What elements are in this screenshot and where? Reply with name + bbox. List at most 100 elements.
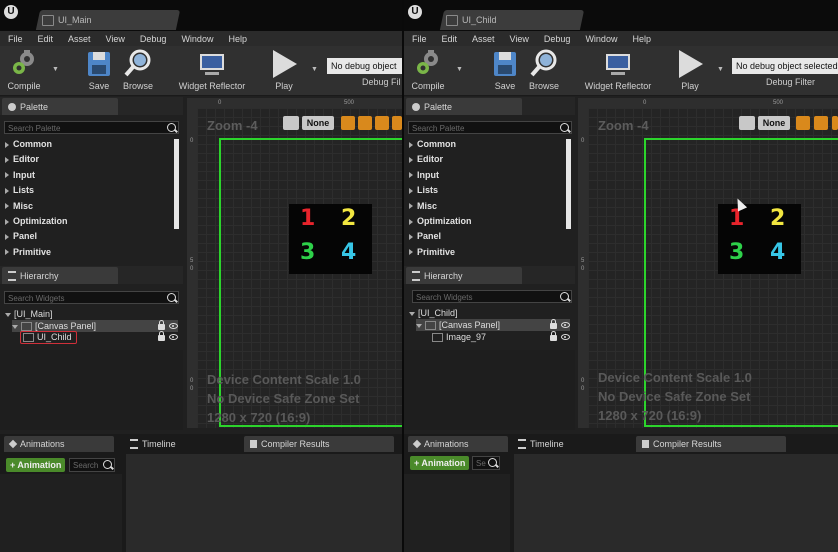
- palette-category[interactable]: Lists: [2, 183, 172, 198]
- hierarchy-search-input[interactable]: Search Widgets: [412, 290, 572, 303]
- hierarchy-tab[interactable]: Hierarchy: [406, 267, 522, 284]
- eye-icon[interactable]: [561, 334, 570, 340]
- menu-file[interactable]: File: [0, 34, 30, 44]
- compile-button[interactable]: Compile: [410, 46, 446, 94]
- image-widget-icon: [432, 333, 443, 343]
- grid-snap-icon[interactable]: [832, 116, 838, 130]
- menu-window[interactable]: Window: [577, 34, 624, 44]
- play-options-caret-icon[interactable]: ▼: [717, 66, 724, 73]
- timeline-area[interactable]: [126, 454, 402, 552]
- lock-icon[interactable]: [550, 331, 557, 341]
- widget-reflector-button[interactable]: Widget Reflector: [177, 46, 247, 94]
- compile-button[interactable]: Compile: [6, 46, 42, 94]
- menu-asset[interactable]: Asset: [464, 34, 502, 44]
- palette-scrollbar[interactable]: [174, 139, 179, 229]
- menu-file[interactable]: File: [404, 34, 434, 44]
- palette-category[interactable]: Common: [2, 137, 172, 152]
- menu-view[interactable]: View: [502, 34, 536, 44]
- lock-icon[interactable]: [158, 320, 165, 330]
- add-animation-button[interactable]: + Animation: [6, 458, 66, 472]
- safe-zone-info: No Device Safe Zone Set: [207, 391, 360, 406]
- palette-category[interactable]: Editor: [2, 152, 172, 167]
- dpi-none-button[interactable]: None: [758, 116, 790, 130]
- animation-search-input[interactable]: Search: [69, 458, 115, 472]
- menu-view[interactable]: View: [98, 34, 132, 44]
- lock-icon[interactable]: [158, 331, 165, 341]
- grid-snap-icon[interactable]: [375, 116, 389, 130]
- browse-button[interactable]: Browse: [120, 46, 156, 94]
- timeline-tab[interactable]: Timeline: [130, 436, 176, 452]
- menu-asset[interactable]: Asset: [60, 34, 98, 44]
- eye-icon[interactable]: [561, 322, 570, 328]
- palette-category[interactable]: Input: [406, 168, 566, 183]
- hierarchy-child-row[interactable]: UI_Child: [20, 331, 178, 345]
- orange-tool-icon[interactable]: [341, 116, 355, 130]
- save-button[interactable]: Save: [84, 46, 114, 94]
- menu-edit[interactable]: Edit: [30, 34, 61, 44]
- lock-tool-icon[interactable]: [814, 116, 828, 130]
- eye-icon[interactable]: [169, 323, 178, 329]
- palette-search-input[interactable]: Search Palette: [4, 121, 179, 134]
- palette-category[interactable]: Misc: [406, 199, 566, 214]
- designer-viewport[interactable]: 0 500 0 5 0 0 0 Zoom -4 None 1 2 3 4 Devi…: [187, 98, 402, 428]
- hierarchy-search-input[interactable]: Search Widgets: [4, 291, 179, 304]
- palette-category[interactable]: Optimization: [406, 214, 566, 229]
- palette-category[interactable]: Panel: [406, 229, 566, 244]
- palette-scrollbar[interactable]: [566, 139, 571, 229]
- palette-tab[interactable]: Palette: [2, 98, 118, 115]
- hierarchy-root-row[interactable]: [UI_Child]: [409, 307, 458, 319]
- widget-reflector-button[interactable]: Widget Reflector: [583, 46, 653, 94]
- menu-debug[interactable]: Debug: [536, 34, 578, 44]
- globe-icon[interactable]: [283, 116, 299, 130]
- debug-object-dropdown[interactable]: No debug object selected: [732, 58, 838, 74]
- compiler-results-tab[interactable]: Compiler Results: [636, 436, 786, 452]
- palette-category[interactable]: Input: [2, 168, 172, 183]
- compiler-results-tab[interactable]: Compiler Results: [244, 436, 394, 452]
- play-button[interactable]: Play: [268, 46, 300, 94]
- lock-tool-icon[interactable]: [358, 116, 372, 130]
- dpi-none-button[interactable]: None: [302, 116, 334, 130]
- play-icon: [675, 48, 705, 80]
- animation-icon: [8, 439, 18, 449]
- save-button[interactable]: Save: [490, 46, 520, 94]
- timeline-tab[interactable]: Timeline: [518, 436, 564, 452]
- animations-tab[interactable]: Animations: [4, 436, 114, 452]
- palette-category[interactable]: Common: [406, 137, 566, 152]
- designer-viewport[interactable]: 0 500 0 5 0 0 0 Zoom -4 None 1 2 3 4 Devi…: [578, 98, 838, 428]
- palette-category[interactable]: Misc: [2, 199, 172, 214]
- palette-category[interactable]: Panel: [2, 229, 172, 244]
- palette-category[interactable]: Primitive: [406, 245, 566, 260]
- palette-category[interactable]: Optimization: [2, 214, 172, 229]
- add-animation-button[interactable]: + Animation: [410, 456, 470, 470]
- palette-category[interactable]: Editor: [406, 152, 566, 167]
- hierarchy-root-row[interactable]: [UI_Main]: [5, 308, 53, 320]
- play-button[interactable]: Play: [674, 46, 706, 94]
- compile-options-caret-icon[interactable]: ▼: [52, 66, 59, 73]
- palette-category[interactable]: Primitive: [2, 245, 172, 260]
- palette-search-input[interactable]: Search Palette: [408, 121, 572, 134]
- number-grid-image: 1 2 3 4: [289, 204, 372, 274]
- orange-tool-icon[interactable]: [796, 116, 810, 130]
- play-options-caret-icon[interactable]: ▼: [311, 66, 318, 73]
- palette-tab[interactable]: Palette: [406, 98, 522, 115]
- animations-tab[interactable]: Animations: [408, 436, 508, 452]
- compile-options-caret-icon[interactable]: ▼: [456, 66, 463, 73]
- debug-object-dropdown[interactable]: No debug object: [327, 58, 402, 74]
- timeline-area[interactable]: [514, 454, 838, 552]
- menu-debug[interactable]: Debug: [132, 34, 174, 44]
- palette-category[interactable]: Lists: [406, 183, 566, 198]
- menu-window[interactable]: Window: [173, 34, 220, 44]
- hierarchy-child-row[interactable]: Image_97: [432, 331, 570, 343]
- menu-help[interactable]: Help: [624, 34, 658, 44]
- menu-edit[interactable]: Edit: [434, 34, 465, 44]
- lock-icon[interactable]: [550, 319, 557, 329]
- animation-search-input[interactable]: Se: [472, 456, 500, 470]
- hierarchy-canvas-row[interactable]: [Canvas Panel]: [416, 319, 570, 331]
- eye-icon[interactable]: [169, 334, 178, 340]
- browse-button[interactable]: Browse: [526, 46, 562, 94]
- extra-tool-icon[interactable]: [392, 116, 402, 130]
- globe-icon[interactable]: [739, 116, 755, 130]
- hierarchy-tab[interactable]: Hierarchy: [2, 267, 118, 284]
- menu-help[interactable]: Help: [220, 34, 254, 44]
- ruler-vertical: 0 5 0 0 0: [187, 98, 197, 428]
